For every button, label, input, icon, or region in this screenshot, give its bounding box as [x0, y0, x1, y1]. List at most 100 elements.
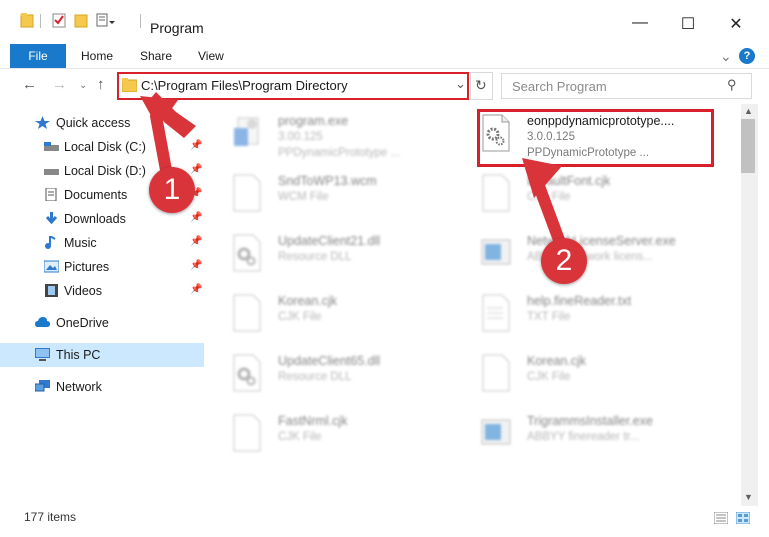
back-arrow-icon[interactable]: ←	[22, 76, 37, 93]
text-file-icon	[482, 294, 510, 332]
item-count: 177 items	[24, 510, 77, 524]
minimize-button[interactable]: —	[617, 14, 663, 40]
help-icon[interactable]: ?	[739, 48, 755, 64]
sidebar-item-music[interactable]: Music 📌	[0, 231, 204, 255]
file-version: 3.00.125	[278, 131, 323, 143]
file-name: FastNrml.cjk	[278, 414, 348, 428]
computer-icon	[35, 348, 50, 361]
sidebar-item-label: Network	[56, 380, 102, 394]
scroll-thumb[interactable]	[741, 119, 755, 173]
file-type: TXT File	[527, 311, 571, 323]
sidebar-item-label: Music	[64, 236, 97, 250]
file-item[interactable]: Korean.cjk CJK File	[455, 346, 695, 402]
pin-icon[interactable]: 📌	[190, 284, 202, 295]
pictures-icon	[44, 260, 59, 273]
file-name: help.fineReader.txt	[527, 294, 632, 308]
file-type: CJK File	[278, 311, 322, 323]
file-name: SndToWP13.wcm	[278, 174, 377, 188]
sidebar-item-label: OneDrive	[56, 316, 109, 330]
file-icon	[482, 354, 510, 392]
sidebar-item-label: Quick access	[56, 116, 131, 130]
properties-icon[interactable]	[52, 12, 66, 28]
file-description: PPDynamicPrototype ...	[278, 147, 401, 159]
sidebar-item-local-disk-c[interactable]: Local Disk (C:) 📌	[0, 135, 204, 159]
scroll-down-icon[interactable]: ▼	[744, 492, 753, 502]
sidebar-item-quick-access[interactable]: Quick access	[0, 111, 204, 135]
details-view-icon[interactable]	[714, 512, 728, 524]
tab-file[interactable]: File	[10, 44, 66, 68]
sidebar-item-onedrive[interactable]: OneDrive	[0, 311, 204, 335]
tab-share[interactable]: Share	[140, 44, 172, 68]
tab-view[interactable]: View	[198, 44, 224, 68]
sidebar-item-videos[interactable]: Videos 📌	[0, 279, 204, 303]
sidebar-item-label: This PC	[56, 348, 101, 362]
file-icon	[482, 174, 510, 212]
search-icon[interactable]: ⚲	[727, 77, 737, 93]
network-icon	[35, 380, 50, 392]
customize-quick-access-icon[interactable]	[96, 12, 116, 28]
sidebar-item-label: Videos	[64, 284, 102, 298]
forward-arrow-icon[interactable]: →	[52, 76, 67, 93]
file-item[interactable]: help.fineReader.txt TXT File	[455, 286, 695, 342]
file-name: program.exe	[278, 114, 349, 128]
pin-icon[interactable]: 📌	[190, 212, 202, 223]
sidebar-item-label: Downloads	[64, 212, 126, 226]
gear-file-icon	[233, 354, 261, 392]
file-type: CJK File	[278, 431, 322, 443]
file-name: TrigrammsInstaller.exe	[527, 414, 653, 428]
file-type: CJK File	[527, 191, 571, 203]
ribbon-tabs: File Home Share View ⌄ ?	[0, 44, 769, 69]
sidebar-item-label: Local Disk (D:)	[64, 164, 146, 178]
file-name: UpdateClient21.dll	[278, 234, 381, 248]
file-type: CJK File	[527, 371, 571, 383]
file-name: Korean.cjk	[278, 294, 338, 308]
exe-icon	[234, 117, 259, 146]
sidebar-item-network[interactable]: Network	[0, 375, 204, 399]
file-name: UpdateClient65.dll	[278, 354, 381, 368]
file-type: Resource DLL	[278, 371, 352, 383]
gear-file-icon	[233, 234, 261, 272]
file-item[interactable]: TrigrammsInstaller.exe ABBYY finereader …	[455, 406, 695, 462]
sidebar-item-label: Pictures	[64, 260, 110, 274]
large-icons-view-icon[interactable]	[736, 512, 750, 524]
status-bar	[0, 506, 769, 537]
separator	[40, 14, 41, 28]
file-highlight	[477, 109, 714, 167]
navigation-pane: Quick access Local Disk (C:) 📌 Local Dis…	[0, 104, 205, 506]
recent-locations-icon[interactable]: ⌄	[79, 80, 87, 91]
refresh-icon[interactable]: ↻	[475, 77, 487, 94]
pin-icon[interactable]: 📌	[190, 236, 202, 247]
sidebar-item-pictures[interactable]: Pictures 📌	[0, 255, 204, 279]
pin-icon[interactable]: 📌	[190, 260, 202, 271]
file-item[interactable]: program.exe 3.00.125 PPDynamicPrototype …	[206, 106, 446, 162]
up-arrow-icon[interactable]: ↑	[97, 76, 105, 93]
pin-icon[interactable]: 📌	[190, 140, 202, 151]
new-folder-icon[interactable]	[74, 12, 88, 28]
file-item[interactable]: SndToWP13.wcm WCM File	[206, 166, 446, 222]
callout-badge-1: 1	[149, 167, 195, 213]
file-item[interactable]: UpdateClient65.dll Resource DLL	[206, 346, 446, 402]
file-item[interactable]: Korean.cjk CJK File	[206, 286, 446, 342]
drive-icon	[44, 169, 59, 175]
file-item[interactable]: FastNrml.cjk CJK File	[206, 406, 446, 462]
sidebar-item-this-pc[interactable]: This PC	[0, 343, 204, 367]
sidebar-item-label: Documents	[64, 188, 128, 202]
pin-icon[interactable]: 📌	[190, 164, 202, 175]
app-icon	[481, 419, 511, 445]
star-icon	[35, 116, 50, 129]
scroll-up-icon[interactable]: ▲	[744, 106, 753, 116]
expand-ribbon-icon[interactable]: ⌄	[720, 44, 732, 68]
separator	[470, 72, 471, 100]
sidebar-item-label: Local Disk (C:)	[64, 140, 146, 154]
file-item[interactable]: DefaultFont.cjk CJK File	[455, 166, 695, 222]
maximize-button[interactable]: ☐	[665, 14, 711, 40]
file-item[interactable]: UpdateClient21.dll Resource DLL	[206, 226, 446, 282]
title-bar: Program — ☐ ✕	[0, 0, 769, 40]
file-icon	[233, 414, 261, 452]
close-button[interactable]: ✕	[713, 14, 759, 40]
file-name: Korean.cjk	[527, 354, 587, 368]
documents-icon	[45, 188, 57, 201]
tab-home[interactable]: Home	[81, 44, 113, 68]
file-icon	[233, 294, 261, 332]
file-type: WCM File	[278, 191, 329, 203]
